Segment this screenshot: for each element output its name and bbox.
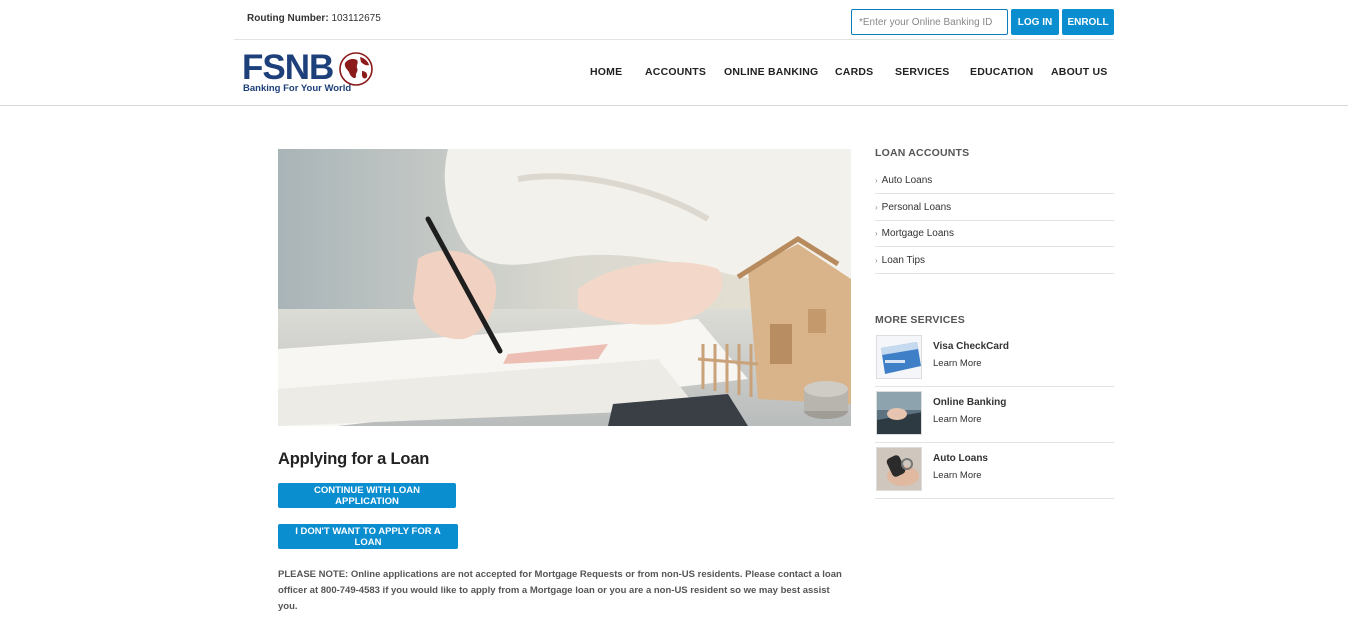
chevron-right-icon: › <box>875 202 878 212</box>
page-title: Applying for a Loan <box>278 450 430 468</box>
laptop-icon <box>877 392 921 434</box>
learn-more-link[interactable]: Learn More <box>933 470 982 481</box>
routing-label: Routing Number: <box>247 13 329 24</box>
routing-number: Routing Number: 103112675 <box>247 13 381 24</box>
sidebar-link-label: Loan Tips <box>881 254 926 266</box>
online-banking-id-input[interactable] <box>851 9 1008 35</box>
top-bar: Routing Number: 103112675 LOG IN ENROLL <box>234 0 1114 40</box>
nav-about-us[interactable]: ABOUT US <box>1051 66 1107 78</box>
sidebar-link-personal-loans[interactable]: › Personal Loans <box>875 194 1114 221</box>
login-button[interactable]: LOG IN <box>1011 9 1059 35</box>
service-name: Auto Loans <box>933 453 988 464</box>
service-auto-loans[interactable]: Auto Loans Learn More <box>875 443 1114 499</box>
learn-more-link[interactable]: Learn More <box>933 414 982 425</box>
service-visa-checkcard[interactable]: Visa CheckCard Learn More <box>875 331 1114 387</box>
sidebar-link-auto-loans[interactable]: › Auto Loans <box>875 167 1114 194</box>
learn-more-link[interactable]: Learn More <box>933 358 982 369</box>
sidebar-link-label: Mortgage Loans <box>881 227 954 239</box>
sidebar-link-loan-tips[interactable]: › Loan Tips <box>875 247 1114 274</box>
chevron-right-icon: › <box>875 175 878 185</box>
auto-loans-thumbnail <box>876 447 922 491</box>
enroll-button[interactable]: ENROLL <box>1062 9 1114 35</box>
logo-tagline: Banking For Your World <box>243 83 352 94</box>
service-online-banking[interactable]: Online Banking Learn More <box>875 387 1114 443</box>
nav-online-banking[interactable]: ONLINE BANKING <box>724 66 818 78</box>
hero-image <box>278 149 851 426</box>
visa-checkcard-thumbnail <box>876 335 922 379</box>
card-icon <box>877 336 921 378</box>
nav-accounts[interactable]: ACCOUNTS <box>645 66 706 78</box>
continue-loan-application-button[interactable]: CONTINUE WITH LOAN APPLICATION <box>278 483 456 508</box>
nav-services[interactable]: SERVICES <box>895 66 950 78</box>
sidebar-link-mortgage-loans[interactable]: › Mortgage Loans <box>875 220 1114 247</box>
routing-value: 103112675 <box>331 13 381 24</box>
loan-paperwork-illustration <box>278 149 851 426</box>
main-nav: HOME ACCOUNTS ONLINE BANKING CARDS SERVI… <box>0 66 1348 80</box>
service-name: Online Banking <box>933 397 1007 408</box>
nav-education[interactable]: EDUCATION <box>970 66 1033 78</box>
service-name: Visa CheckCard <box>933 341 1009 352</box>
site-header: FSNB Banking For Your World HOME ACCOUNT… <box>0 40 1348 106</box>
chevron-right-icon: › <box>875 228 878 238</box>
loan-accounts-heading: LOAN ACCOUNTS <box>875 147 970 159</box>
decline-loan-button[interactable]: I DON'T WANT TO APPLY FOR A LOAN <box>278 524 458 549</box>
nav-home[interactable]: HOME <box>590 66 622 78</box>
online-banking-thumbnail <box>876 391 922 435</box>
sidebar-link-label: Auto Loans <box>881 174 933 186</box>
sidebar-link-label: Personal Loans <box>881 201 952 213</box>
more-services-heading: MORE SERVICES <box>875 314 965 326</box>
nav-cards[interactable]: CARDS <box>835 66 873 78</box>
chevron-right-icon: › <box>875 255 878 265</box>
mortgage-note: PLEASE NOTE: Online applications are not… <box>278 569 842 612</box>
car-keys-icon <box>877 448 921 490</box>
